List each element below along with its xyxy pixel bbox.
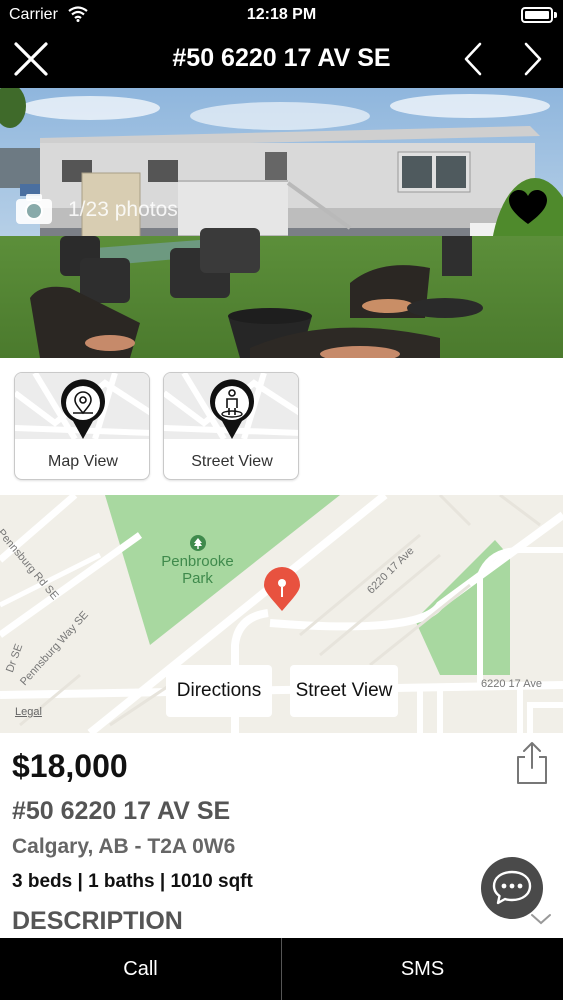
chevron-left-icon[interactable] xyxy=(456,38,490,80)
listing-photo[interactable]: 1/23 photos xyxy=(0,88,563,358)
location-pin-icon xyxy=(264,567,300,611)
description-heading: DESCRIPTION xyxy=(12,907,183,935)
listing-city: Calgary, AB - T2A 0W6 xyxy=(12,835,236,858)
chat-button[interactable] xyxy=(481,857,543,919)
park-name-label: Penbrooke Park xyxy=(161,553,234,587)
street-label-17-ave-horizontal: 6220 17 Ave xyxy=(481,678,542,690)
status-bar: Carrier 12:18 PM xyxy=(0,0,563,30)
map-view-button[interactable]: Map View xyxy=(14,372,150,480)
chevron-right-icon[interactable] xyxy=(516,38,550,80)
listing-specs: 3 beds | 1 baths | 1010 sqft xyxy=(12,871,253,892)
camera-icon xyxy=(16,194,52,224)
street-person-pin-icon xyxy=(210,379,254,439)
app-root: Carrier 12:18 PM #50 6220 17 AV SE 1/23 … xyxy=(0,0,563,1000)
chat-bubble-icon xyxy=(492,870,532,905)
house-photo-image xyxy=(0,88,563,358)
street-view-label: Street View xyxy=(191,453,273,470)
embedded-map[interactable]: Penbrooke Park Pennsburg Rd SE Pennsburg… xyxy=(0,495,563,733)
park-icon xyxy=(190,535,206,551)
favorite-heart-icon[interactable] xyxy=(507,188,549,228)
sms-button[interactable]: SMS xyxy=(281,938,563,1000)
call-button[interactable]: Call xyxy=(0,938,281,1000)
listing-address: #50 6220 17 AV SE xyxy=(12,797,231,825)
map-legal-link[interactable]: Legal xyxy=(15,706,42,718)
battery-icon xyxy=(521,7,557,23)
chevron-down-icon[interactable] xyxy=(530,912,552,926)
map-view-label: Map View xyxy=(48,453,118,470)
listing-price: $18,000 xyxy=(12,748,128,784)
status-time: 12:18 PM xyxy=(246,6,317,23)
photo-count-label: 1/23 photos xyxy=(68,198,178,221)
map-pin-icon xyxy=(61,379,105,439)
street-view-button[interactable]: Street View xyxy=(163,372,299,480)
map-street-view-button[interactable]: Street View xyxy=(290,665,398,717)
share-icon[interactable] xyxy=(514,740,550,786)
directions-button[interactable]: Directions xyxy=(166,665,272,717)
bottom-action-bar: Call SMS xyxy=(0,938,563,1000)
nav-bar: #50 6220 17 AV SE xyxy=(0,30,563,88)
